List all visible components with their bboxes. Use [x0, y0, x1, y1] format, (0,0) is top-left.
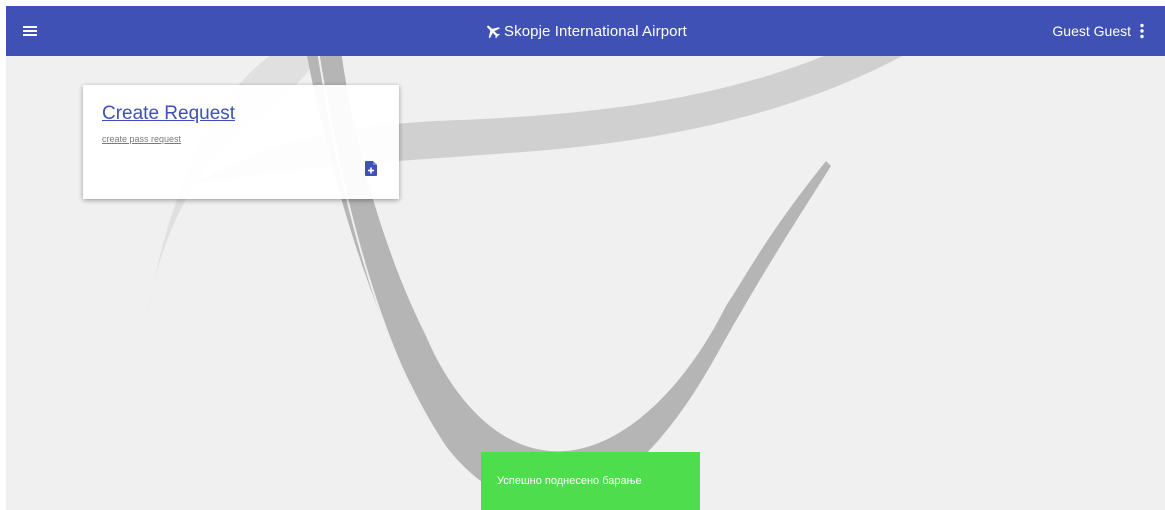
snackbar-message: Успешно поднесено барање — [497, 475, 642, 487]
airplane-icon — [487, 25, 500, 39]
more-vert-icon[interactable] — [1139, 23, 1145, 39]
app-title: Skopje International Airport — [6, 6, 1165, 56]
note-add-icon[interactable] — [365, 161, 377, 176]
create-request-card: Create Request create pass request — [83, 85, 399, 199]
card-title-link[interactable]: Create Request — [102, 103, 235, 125]
user-menu[interactable]: Guest Guest — [1052, 6, 1145, 56]
top-app-bar: Skopje International Airport Guest Guest — [6, 6, 1165, 56]
app-title-text: Skopje International Airport — [504, 22, 687, 40]
success-snackbar: Успешно поднесено барање — [481, 452, 700, 510]
airport-logo-watermark — [146, 50, 911, 506]
card-subtitle-link[interactable]: create pass request — [102, 134, 181, 144]
user-name[interactable]: Guest Guest — [1052, 23, 1131, 39]
app-page: Skopje International Airport Guest Guest… — [6, 6, 1165, 510]
